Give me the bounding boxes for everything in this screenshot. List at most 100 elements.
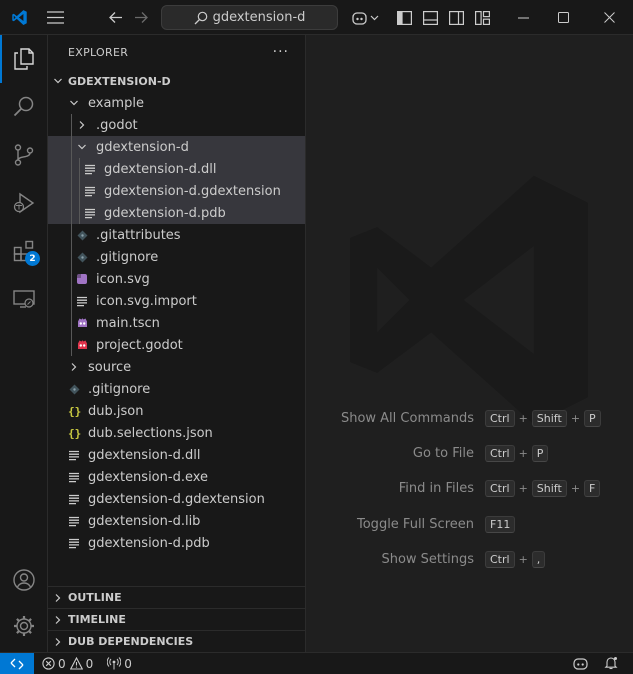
keybinding: Ctrl +,: [485, 550, 546, 568]
workspace-root-header[interactable]: GDEXTENSION-D: [48, 70, 306, 92]
copilot-icon[interactable]: [348, 0, 382, 35]
tree-item-label: gdextension-d.lib: [88, 513, 201, 529]
back-arrow-icon[interactable]: [103, 0, 127, 35]
outline-section-label: OUTLINE: [68, 591, 122, 604]
remote-indicator[interactable]: [0, 652, 34, 674]
warning-count: 0: [85, 656, 94, 671]
error-count: 0: [58, 656, 66, 671]
tree-file[interactable]: gdextension-d.pdb: [48, 532, 305, 554]
indent-guide: [71, 312, 72, 334]
tree-folder[interactable]: .godot: [48, 114, 305, 136]
keybinding: Ctrl + Shift + F: [485, 479, 601, 497]
timeline-section-header[interactable]: TIMELINE: [48, 608, 306, 630]
tree-file[interactable]: gdextension-d.gdextension: [48, 488, 305, 510]
explorer-sidebar: EXPLORER ··· GDEXTENSION-D example .godot…: [48, 35, 306, 654]
account-icon: [13, 569, 35, 591]
minimize-icon[interactable]: [508, 0, 538, 35]
search-activity[interactable]: [0, 83, 48, 131]
indent-guide: [71, 114, 72, 136]
tree-file[interactable]: gdextension-d.dll: [48, 158, 305, 180]
tree-item-label: gdextension-d.dll: [104, 161, 217, 177]
run-debug-activity[interactable]: [0, 179, 48, 227]
source-control-icon: [14, 144, 34, 166]
explorer-activity[interactable]: [0, 35, 48, 83]
problems-indicator[interactable]: 0 0: [42, 657, 97, 671]
tree-item-label: .gitattributes: [96, 227, 181, 243]
tree-file[interactable]: gdextension-d.pdb: [48, 202, 305, 224]
ports-indicator[interactable]: 0: [107, 657, 136, 671]
tree-folder[interactable]: gdextension-d: [48, 136, 305, 158]
timeline-section-label: TIMELINE: [68, 613, 126, 626]
tree-file[interactable]: {} dub.selections.json: [48, 422, 305, 444]
extensions-activity[interactable]: 2: [0, 227, 48, 275]
godot-scene-icon: [74, 315, 90, 331]
dub-dependencies-section-header[interactable]: DUB DEPENDENCIES: [48, 630, 306, 652]
tree-file[interactable]: gdextension-d.dll: [48, 444, 305, 466]
json-braces-icon: {}: [66, 403, 82, 419]
maximize-icon[interactable]: [548, 0, 578, 35]
shortcut-hint: Go to File Ctrl + P: [306, 442, 633, 464]
tree-file[interactable]: icon.svg.import: [48, 290, 305, 312]
tree-item-label: .gitignore: [88, 381, 151, 397]
close-icon[interactable]: [594, 0, 624, 35]
customize-layout-icon[interactable]: [472, 0, 492, 35]
more-actions-icon[interactable]: ···: [273, 44, 289, 60]
tree-file[interactable]: .gitignore: [48, 378, 305, 400]
file-lines-icon: [82, 205, 98, 221]
run-debug-icon: [13, 192, 35, 214]
toggle-panel-icon[interactable]: [420, 0, 440, 35]
remote-explorer-activity[interactable]: [0, 275, 48, 323]
forward-arrow-icon[interactable]: [129, 0, 153, 35]
shortcut-hint: Show Settings Ctrl +,: [306, 548, 633, 570]
tree-item-label: dub.json: [88, 403, 144, 419]
toggle-sidebar-icon[interactable]: [394, 0, 414, 35]
manage-activity[interactable]: [0, 602, 48, 650]
indent-guide: [71, 334, 72, 356]
tree-file[interactable]: gdextension-d.exe: [48, 466, 305, 488]
shortcut-hint-label: Toggle Full Screen: [357, 516, 474, 532]
shortcut-hint-label: Show All Commands: [340, 410, 474, 426]
tree-file[interactable]: gdextension-d.gdextension: [48, 180, 305, 202]
tree-file[interactable]: .gitattributes: [48, 224, 305, 246]
file-lines-icon: [66, 469, 82, 485]
json-braces-icon: {}: [66, 425, 82, 441]
chevron-right-icon: [48, 637, 68, 647]
key-cap: F11: [485, 515, 516, 533]
chevron-right-icon: [74, 117, 90, 133]
tree-folder[interactable]: source: [48, 356, 305, 378]
svg-text:{}: {}: [68, 427, 81, 439]
shortcut-hint: Show All Commands Ctrl + Shift + P: [306, 407, 633, 429]
tree-file[interactable]: gdextension-d.lib: [48, 510, 305, 532]
menu-icon[interactable]: [42, 0, 68, 35]
outline-section-header[interactable]: OUTLINE: [48, 586, 306, 608]
notifications-bell-icon[interactable]: [604, 656, 618, 673]
title-bar: gdextension-d: [0, 0, 633, 35]
tree-file[interactable]: {} dub.json: [48, 400, 305, 422]
toggle-secondary-sidebar-icon[interactable]: [446, 0, 466, 35]
tree-item-label: icon.svg.import: [96, 293, 197, 309]
tree-file[interactable]: icon.svg: [48, 268, 305, 290]
file-lines-icon: [74, 293, 90, 309]
tree-file[interactable]: project.godot: [48, 334, 305, 356]
key-cap: P: [531, 444, 549, 462]
chevron-down-icon: [66, 95, 82, 111]
search-icon: [13, 96, 34, 117]
key-cap: Shift: [531, 479, 567, 497]
tree-file[interactable]: .gitignore: [48, 246, 305, 268]
indent-guide: [71, 268, 72, 290]
key-cap: Ctrl: [485, 444, 515, 462]
command-center-search[interactable]: gdextension-d: [161, 5, 338, 30]
ports-count: 0: [124, 656, 132, 671]
files-icon: [14, 48, 34, 70]
copilot-status-icon[interactable]: [573, 656, 588, 673]
tree-file[interactable]: main.tscn: [48, 312, 305, 334]
tree-item-label: gdextension-d.pdb: [88, 535, 210, 551]
editor-area: Show All Commands Ctrl + Shift + P Go to File C…: [306, 35, 633, 654]
git-file-icon: [74, 227, 90, 243]
tree-folder[interactable]: example: [48, 92, 305, 114]
accounts-activity[interactable]: [0, 556, 48, 604]
gear-icon: [14, 616, 34, 636]
shortcut-hint: Find in Files Ctrl + Shift + F: [306, 477, 633, 499]
source-control-activity[interactable]: [0, 131, 48, 179]
file-lines-icon: [66, 491, 82, 507]
